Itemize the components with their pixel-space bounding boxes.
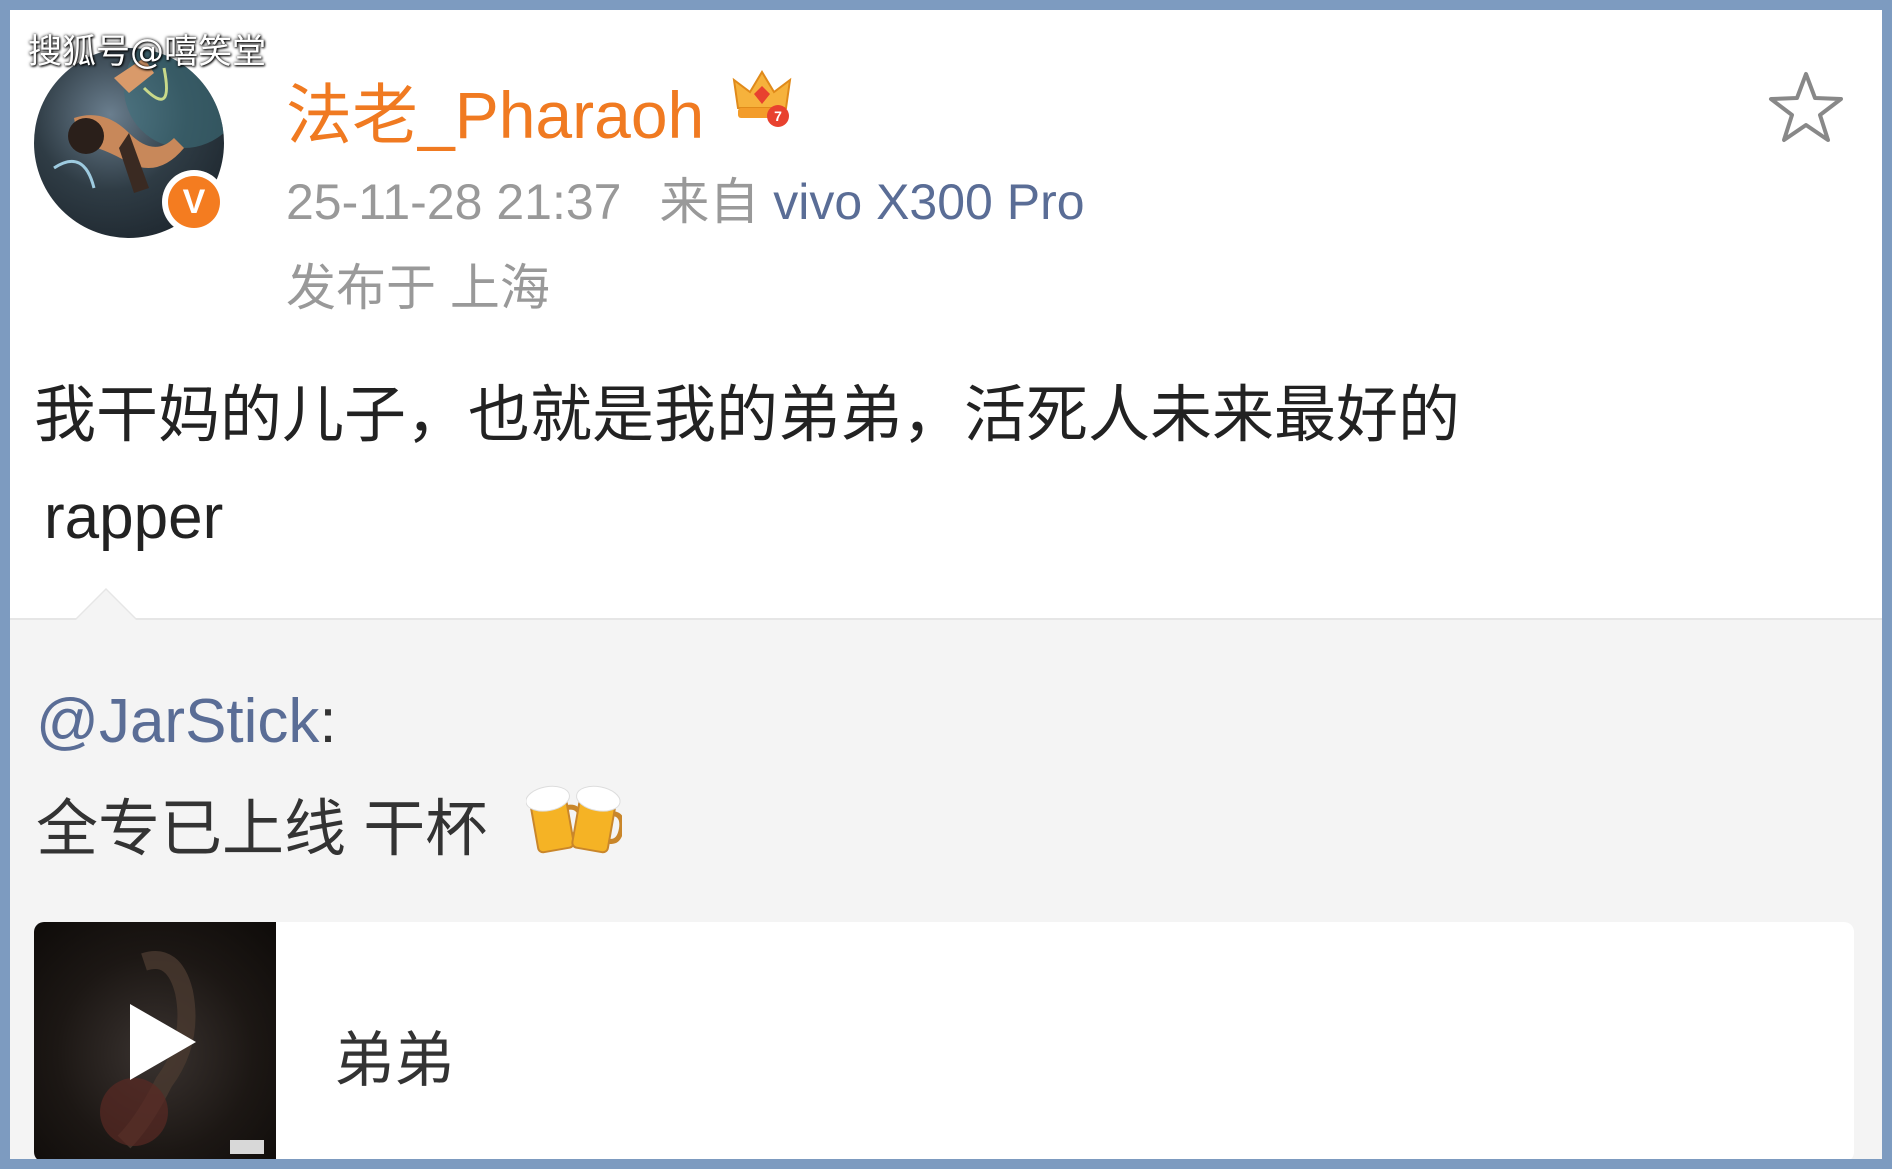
post-text-line: rapper (44, 483, 224, 552)
beer-mugs-icon (526, 785, 622, 854)
verified-badge: V (162, 170, 226, 234)
music-title[interactable]: 弟弟 (334, 1012, 454, 1099)
verified-v-icon: V (168, 176, 220, 228)
repost-notch (76, 590, 136, 620)
location: 发布于 上海 (286, 260, 550, 316)
repost-section[interactable]: @JarStick: 全专已上线 干杯 弟弟 (10, 588, 1882, 1159)
crown-icon[interactable]: 7 (730, 64, 794, 128)
album-art (100, 951, 264, 1154)
post-meta: 25-11-28 21:37 来自 vivo X300 Pro (286, 162, 1085, 234)
timestamp: 25-11-28 21:37 (286, 174, 622, 230)
post-text-line: 我干妈的儿子，也就是我的弟弟，活死人未来最好的 (34, 381, 1461, 450)
svg-text:7: 7 (774, 108, 782, 124)
repost-colon: : (319, 687, 337, 756)
username[interactable]: 法老_Pharaoh (286, 62, 704, 158)
repost-text: 全专已上线 干杯 (36, 795, 488, 864)
device-link[interactable]: vivo X300 Pro (773, 174, 1084, 230)
star-icon[interactable] (1766, 68, 1846, 148)
repost-author-link[interactable]: @JarStick (36, 687, 319, 756)
music-card[interactable]: 弟弟 (34, 922, 1854, 1159)
repost-author[interactable]: @JarStick: (36, 686, 337, 757)
post-text: 我干妈的儿子，也就是我的弟弟，活死人未来最好的 rapper (34, 365, 1794, 569)
weibo-post-frame: 搜狐号@嘻笑堂 V 法老_Pharaoh 7 25-11-28 21:37 来自… (10, 10, 1882, 1159)
album-cover[interactable] (34, 922, 276, 1159)
source-prefix: 来自 (659, 174, 760, 230)
watermark: 搜狐号@嘻笑堂 (28, 32, 266, 72)
